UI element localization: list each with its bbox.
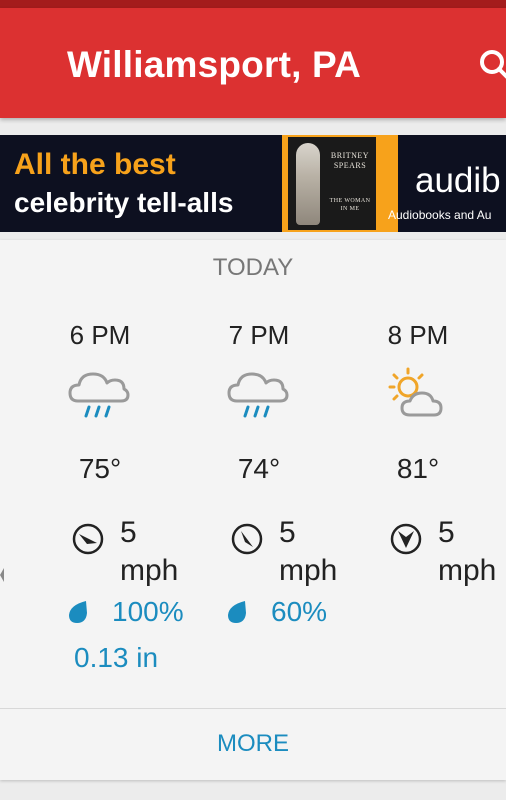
ad-brand: audib: [415, 161, 501, 200]
wind-direction-icon: [390, 523, 422, 555]
ad-headline: All the best: [14, 148, 176, 181]
card-divider: [0, 708, 506, 709]
ad-book-figure: [296, 143, 320, 225]
ad-tagline: Audiobooks and Au: [388, 208, 492, 222]
hour-time: 8 PM: [387, 320, 449, 350]
rain-cloud-icon: [68, 372, 130, 418]
wind-speed: 5: [279, 516, 296, 549]
precip-probability: 100%: [112, 596, 184, 627]
ad-book-title: BRITNEY SPEARS: [330, 151, 370, 170]
wind-speed: 5: [438, 516, 455, 549]
hourly-forecast-card: TODAY 6 PM 75° 5 mph 100% 0.13 in 7 PM 7…: [0, 240, 506, 780]
hour-temperature: 74°: [237, 453, 281, 484]
ad-banner[interactable]: All the best celebrity tell-alls BRITNEY…: [0, 135, 506, 232]
precip-amount: 0.13 in: [74, 642, 159, 673]
wind-speed: 5: [120, 516, 137, 549]
ad-book-cover: BRITNEY SPEARS THE WOMAN IN ME: [288, 137, 376, 230]
hour-time: 7 PM: [228, 320, 290, 350]
status-strip: [0, 0, 506, 8]
raindrop-icon: [69, 601, 87, 623]
hour-temperature: 75°: [78, 453, 122, 484]
hour-temperature: 81°: [396, 453, 440, 484]
hour-time: 6 PM: [69, 320, 131, 350]
hour-column[interactable]: 7 PM 74° 5 mph 60%: [179, 240, 339, 700]
rain-cloud-icon: [227, 372, 289, 418]
scroll-hint-icon: [0, 568, 4, 582]
precip-probability: 60%: [271, 596, 328, 627]
search-icon: [480, 50, 506, 79]
hour-column[interactable]: 6 PM 75° 5 mph 100% 0.13 in: [20, 240, 184, 700]
more-button[interactable]: MORE: [0, 730, 506, 758]
wind-unit: mph: [279, 554, 338, 587]
wind-unit: mph: [120, 554, 179, 587]
partly-sunny-icon: [388, 367, 443, 417]
raindrop-icon: [228, 601, 246, 623]
location-title[interactable]: Williamsport, PA: [67, 44, 361, 86]
ad-book-subtitle: THE WOMAN IN ME: [329, 198, 371, 212]
wind-direction-icon: [231, 523, 263, 555]
hour-column[interactable]: 8 PM 81° 5 mph: [338, 240, 498, 700]
wind-unit: mph: [438, 554, 497, 587]
app-bar: Williamsport, PA: [0, 8, 506, 118]
ad-subheadline: celebrity tell-alls: [14, 187, 234, 218]
wind-direction-icon: [72, 523, 104, 555]
search-button[interactable]: [478, 48, 506, 82]
